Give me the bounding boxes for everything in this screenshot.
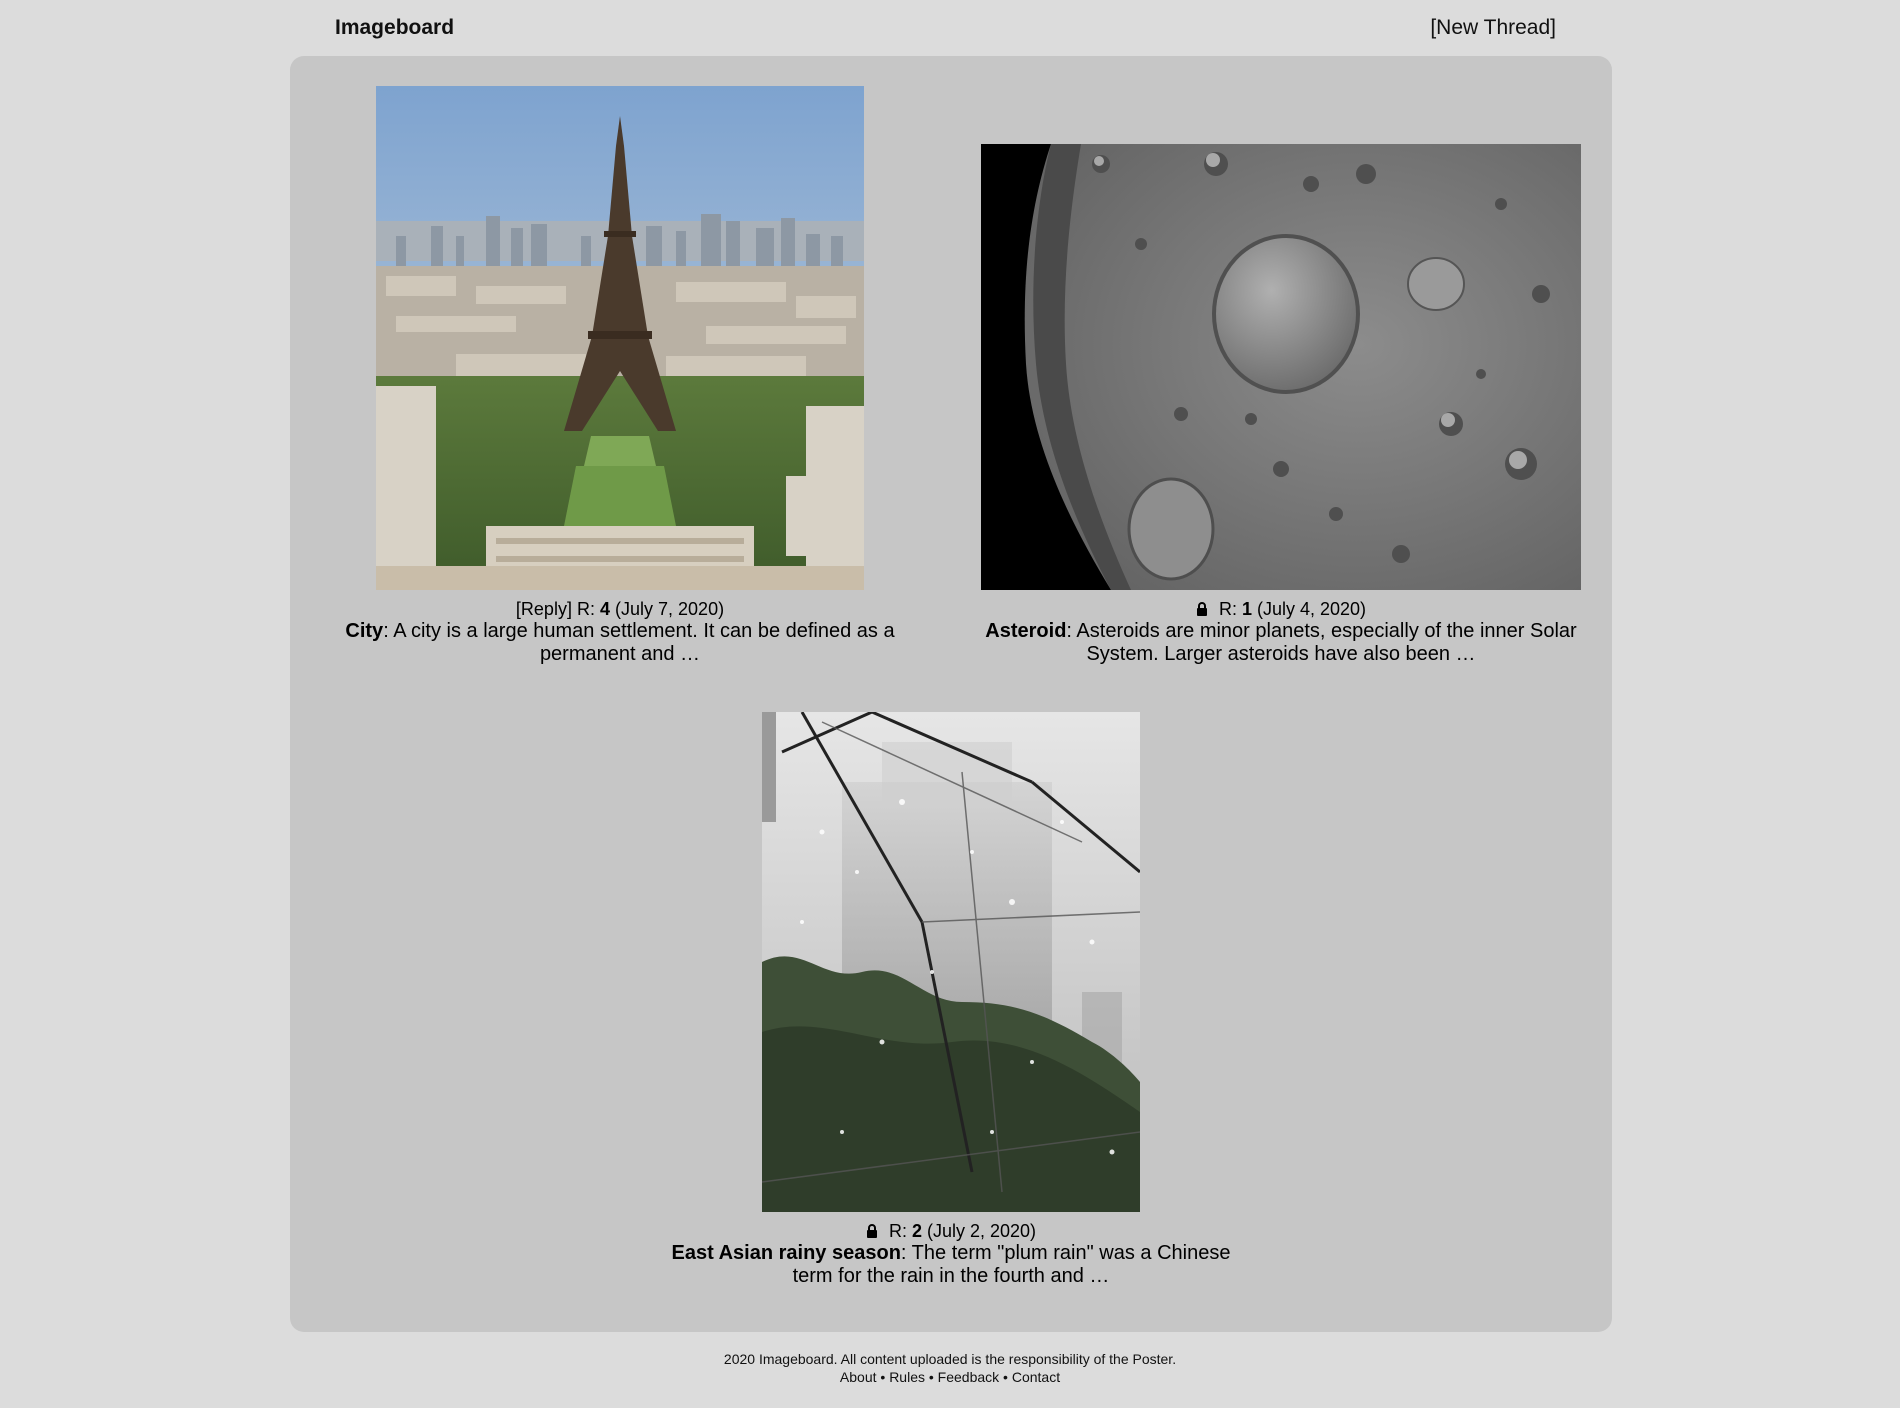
eiffel-tower-city-photo (376, 86, 864, 590)
footer-copyright: 2020 Imageboard. All content uploaded is… (723, 1351, 1177, 1367)
thread-thumbnail-city[interactable] (376, 86, 864, 590)
footer-separator: • (999, 1369, 1012, 1385)
thread-summary-city: City: A city is a large human settlement… (330, 620, 910, 666)
thread-summary-asteroid: Asteroid: Asteroids are minor planets, e… (976, 620, 1586, 666)
footer-link-about[interactable]: About (840, 1369, 877, 1385)
reply-count-prefix: R: (888, 1221, 907, 1241)
thread-title[interactable]: Asteroid (985, 620, 1066, 642)
top-bar: Imageboard [New Thread] (290, 12, 1582, 44)
footer: 2020 Imageboard. All content uploaded is… (0, 1350, 1900, 1386)
thread-date: (July 4, 2020) (1257, 599, 1367, 619)
lock-icon (1196, 599, 1208, 621)
footer-separator: • (924, 1369, 938, 1385)
footer-link-rules[interactable]: Rules (889, 1369, 925, 1385)
footer-links: About • Rules • Feedback • Contact (0, 1368, 1900, 1386)
reply-count: 1 (1241, 599, 1252, 619)
thread-date: (July 7, 2020) (615, 599, 725, 619)
asteroid-surface-photo (981, 144, 1581, 590)
thread-summary-rainy-season: East Asian rainy season: The term "plum … (656, 1242, 1246, 1288)
thread-title[interactable]: East Asian rainy season (672, 1242, 901, 1264)
rain-umbrella-photo (762, 712, 1140, 1212)
thread-excerpt: : Asteroids are minor planets, especiall… (1066, 620, 1577, 665)
lock-icon (866, 1221, 878, 1243)
new-thread-link[interactable]: [New Thread] (1430, 12, 1556, 44)
footer-separator: • (876, 1369, 890, 1385)
thread-thumbnail-rainy-season[interactable] (762, 712, 1140, 1212)
thread-title[interactable]: City (345, 620, 383, 642)
reply-count: 4 (599, 599, 610, 619)
thread-meta-rainy-season: R: 2 (July 2, 2020) (762, 1220, 1140, 1243)
footer-link-feedback[interactable]: Feedback (938, 1369, 999, 1385)
thread-date: (July 2, 2020) (927, 1221, 1037, 1241)
thread-excerpt: : A city is a large human settlement. It… (383, 620, 895, 665)
site-title-link[interactable]: Imageboard (335, 12, 454, 44)
thread-thumbnail-asteroid[interactable] (981, 144, 1581, 590)
thread-meta-asteroid: R: 1 (July 4, 2020) (981, 598, 1581, 621)
reply-count-prefix: R: (576, 599, 595, 619)
footer-link-contact[interactable]: Contact (1012, 1369, 1060, 1385)
reply-link[interactable]: [Reply] (516, 599, 572, 619)
reply-count-prefix: R: (1218, 599, 1237, 619)
thread-board: [Reply] R: 4 (July 7, 2020) City: A city… (290, 56, 1612, 1332)
reply-count: 2 (911, 1221, 922, 1241)
thread-meta-city: [Reply] R: 4 (July 7, 2020) (376, 598, 864, 620)
